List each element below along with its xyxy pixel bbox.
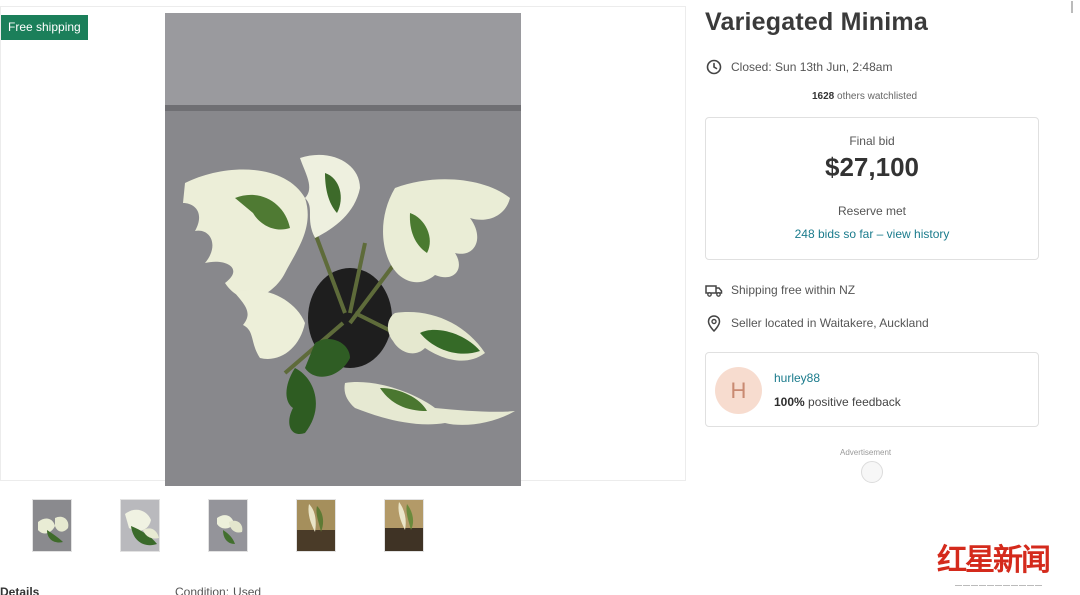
seller-feedback: 100% positive feedback: [774, 395, 901, 409]
condition-label: Condition:: [175, 585, 230, 595]
thumbnail-2[interactable]: [120, 499, 160, 552]
shipping-row: Shipping free within NZ: [705, 281, 855, 299]
thumbnail-5[interactable]: [384, 499, 424, 552]
watermark-text: 红星新闻: [937, 543, 1051, 578]
feedback-percent: 100%: [774, 395, 805, 409]
thumbnail-3[interactable]: [208, 499, 248, 552]
watchlist-number: 1628: [812, 91, 835, 102]
seller-location-row: Seller located in Waitakere, Auckland: [705, 314, 929, 332]
main-product-photo[interactable]: [165, 13, 521, 486]
seller-avatar[interactable]: H: [715, 367, 762, 414]
advertisement-label: Advertisement: [840, 448, 892, 457]
listing-title: Variegated Minima: [705, 8, 928, 36]
watermark-rule: ———————————: [955, 582, 1043, 589]
ad-placeholder-icon: [861, 461, 883, 483]
final-bid-box: Final bid $27,100 Reserve met 248 bids s…: [705, 117, 1039, 260]
thumbnail-strip: [0, 496, 686, 556]
news-watermark-logo: 红星新闻 ———————————: [937, 544, 1067, 594]
final-bid-amount: $27,100: [825, 152, 919, 182]
details-heading: Details: [0, 585, 40, 595]
seller-card: H hurley88 100% positive feedback: [705, 352, 1039, 427]
location-pin-icon: [705, 314, 723, 332]
main-image-panel: Free shipping: [0, 6, 686, 486]
closed-time-text: Closed: Sun 13th Jun, 2:48am: [731, 60, 893, 74]
seller-location-text: Seller located in Waitakere, Auckland: [731, 316, 929, 330]
watchlist-suffix: others watchlisted: [834, 91, 918, 102]
shipping-text: Shipping free within NZ: [731, 283, 856, 297]
reserve-status: Reserve met: [837, 204, 907, 218]
condition-value: Used: [233, 585, 262, 595]
truck-icon: [705, 281, 723, 299]
thumbnail-1[interactable]: [32, 499, 72, 552]
closed-time-row: Closed: Sun 13th Jun, 2:48am: [705, 58, 892, 76]
bid-history-link[interactable]: 248 bids so far – view history: [706, 227, 1038, 241]
watchlist-count: 1628 others watchlisted: [812, 91, 917, 102]
plant-photo-illustration: [165, 13, 521, 486]
seller-name-link[interactable]: hurley88: [774, 371, 820, 385]
thumbnail-4[interactable]: [296, 499, 336, 552]
free-shipping-badge: Free shipping: [1, 15, 88, 40]
clock-icon: [705, 58, 723, 76]
feedback-suffix: positive feedback: [804, 395, 901, 409]
final-bid-label: Final bid: [849, 134, 895, 148]
edge-mark-icon: [1066, 0, 1078, 14]
condition-row: Condition: Used: [175, 585, 261, 595]
